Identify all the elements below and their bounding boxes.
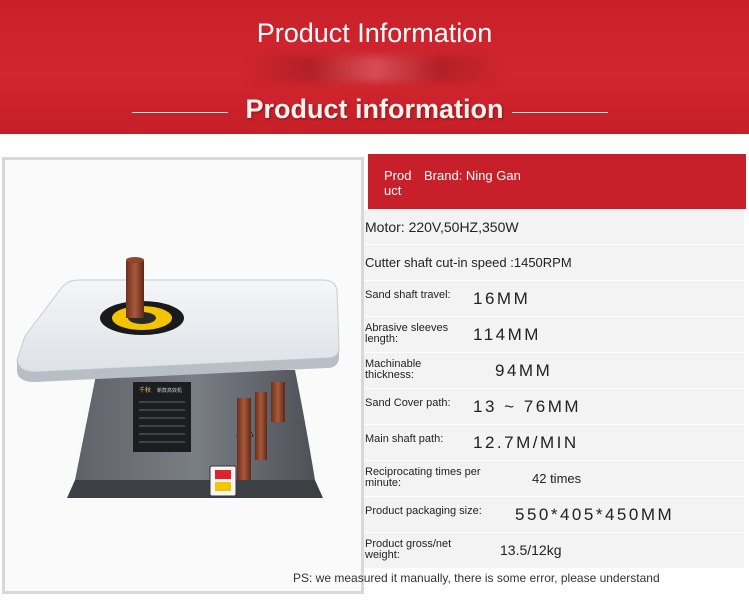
spec-key: Product gross/net weight: <box>365 538 452 561</box>
spindle-sander-illustration: 千秋 新款高效机 <box>16 257 340 498</box>
divider-right <box>512 112 608 113</box>
spec-key: Main shaft path: <box>365 433 444 445</box>
spec-row-cutter-speed: Cutter shaft cut-in speed :1450RPM <box>364 245 744 281</box>
spec-value: 94MM <box>495 361 553 380</box>
spec-row-reciprocating: Reciprocating times per minute: 42 times <box>364 461 744 497</box>
spec-key: Sand Cover path: <box>365 397 451 409</box>
spec-header: Prod uct Brand: Ning Gan <box>368 154 746 209</box>
spec-key: Cutter shaft cut-in speed :1450RPM <box>365 255 572 270</box>
power-switch <box>215 470 231 479</box>
spec-row-packaging: Product packaging size: 550*405*450MM <box>364 497 744 533</box>
header-brand: Brand: Ning Gan <box>424 168 521 183</box>
spec-value: 12.7M/MIN <box>473 433 579 452</box>
spec-value: 13.5/12kg <box>500 542 562 558</box>
spec-row-weight: Product gross/net weight: 13.5/12kg <box>364 533 744 569</box>
spec-value: 16MM <box>473 289 531 308</box>
product-image: 千秋 新款高效机 <box>2 157 364 594</box>
spec-value: 550*405*450MM <box>515 505 675 524</box>
spec-row-sleeve-length: Abrasive sleeves length: 114MM <box>364 317 744 353</box>
spec-key: Machinable thickness: <box>365 358 422 381</box>
spec-key: Reciprocating times per minute: <box>365 466 481 489</box>
spec-row-main-shaft: Main shaft path: 12.7M/MIN <box>364 425 744 461</box>
spec-row-thickness: Machinable thickness: 94MM <box>364 353 744 389</box>
spec-key: Sand shaft travel: <box>365 289 451 301</box>
banner-title: Product Information <box>256 18 493 48</box>
spec-row-cover-path: Sand Cover path: 13 ~ 76MM <box>364 389 744 425</box>
plate-brand: 千秋 <box>139 386 151 394</box>
header-banner: Product Information Product information <box>0 0 749 134</box>
header-label: Prod uct <box>384 168 412 198</box>
spec-row-shaft-travel: Sand shaft travel: 16MM <box>364 281 744 317</box>
sanding-spindle <box>126 260 144 318</box>
spec-row-motor: Motor: 220V,50HZ,350W <box>364 209 744 245</box>
spec-value: 13 ~ 76MM <box>473 397 582 416</box>
banner-decoration <box>245 56 505 82</box>
plate-model: 新款高效机 <box>157 387 182 394</box>
spec-value: 42 times <box>532 471 582 486</box>
spec-key: Motor: 220V,50HZ,350W <box>365 219 519 235</box>
spec-key: Product packaging size: <box>365 505 482 517</box>
spec-value: 114MM <box>473 325 541 344</box>
disclaimer-note: PS: we measured it manually, there is so… <box>293 571 660 585</box>
spec-key: Abrasive sleeves length: <box>365 322 449 345</box>
banner-subtitle: Product information <box>245 94 504 124</box>
